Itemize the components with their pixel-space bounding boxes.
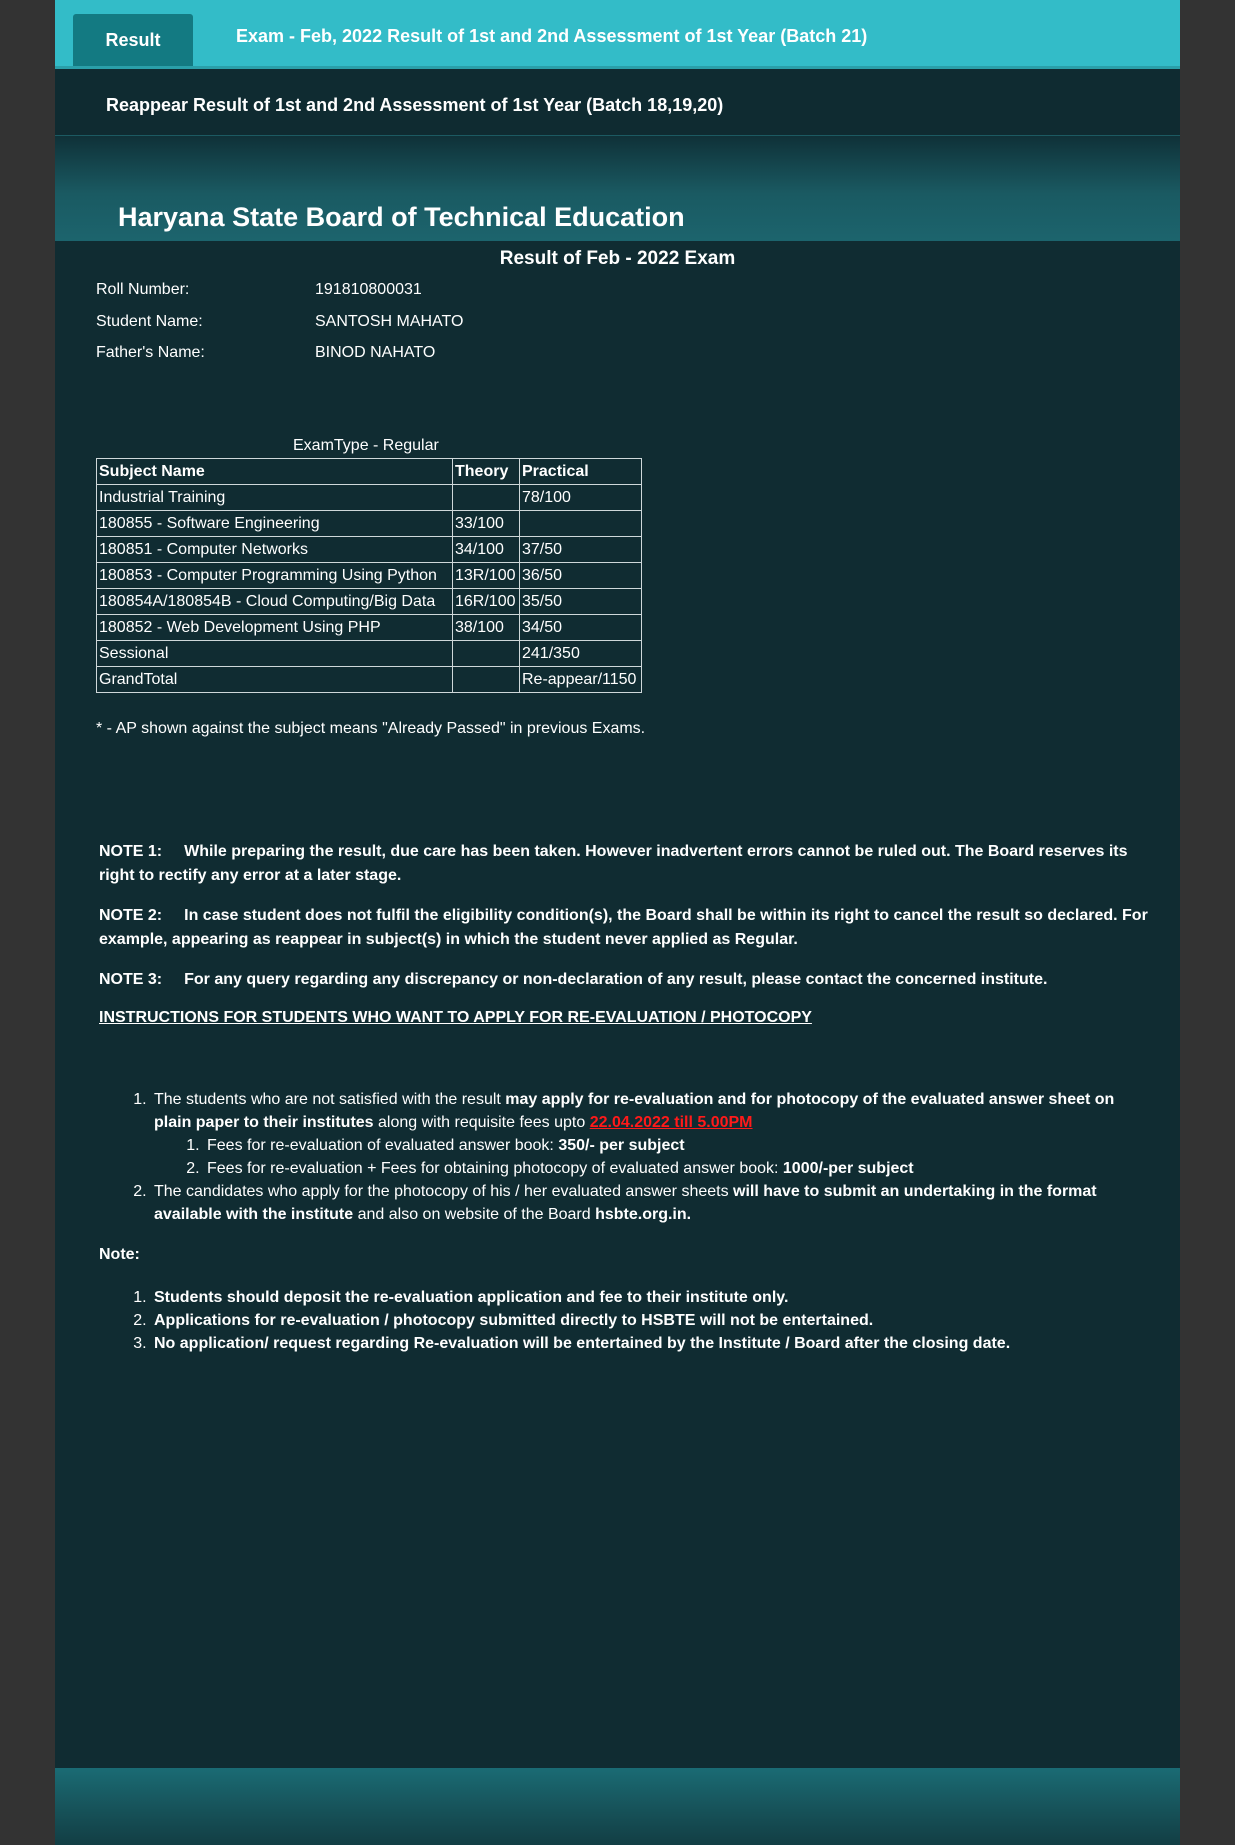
note-3: NOTE 3: For any query regarding any discr… <box>99 968 1164 992</box>
cell-practical: 34/50 <box>519 614 642 641</box>
final-note-item: Students should deposit the re-evaluatio… <box>154 1289 789 1306</box>
cell-subject: 180853 - Computer Programming Using Pyth… <box>96 562 453 589</box>
cell-subject: Sessional <box>96 640 453 667</box>
note-2: NOTE 2: In case student does not fulfil t… <box>99 904 1164 952</box>
student-name-value: SANTOSH MAHATO <box>315 313 464 330</box>
cell-theory: 33/100 <box>452 510 520 537</box>
exam-type: ExamType - Regular <box>293 437 439 454</box>
table-row: GrandTotal Re-appear/1150 <box>96 666 642 693</box>
reappear-result-link[interactable]: Reappear Result of 1st and 2nd Assessmen… <box>106 95 723 116</box>
roll-number-label: Roll Number: <box>96 281 190 298</box>
tab-result[interactable]: Result <box>73 14 193 66</box>
fee-1-text: Fees for re-evaluation of evaluated answ… <box>207 1137 559 1154</box>
cell-theory <box>452 484 520 511</box>
cell-theory: 16R/100 <box>452 588 520 615</box>
cell-theory: 34/100 <box>452 536 520 563</box>
note-2-text: In case student does not fulfil the elig… <box>99 907 1148 948</box>
cell-practical: 36/50 <box>519 562 642 589</box>
instr-2-text-c: and also on website of the Board <box>353 1206 596 1223</box>
list-item: The students who are not satisfied with … <box>151 1088 1139 1180</box>
cell-practical: Re-appear/1150 <box>519 666 642 693</box>
list-item: No application/ request regarding Re-eva… <box>151 1332 1139 1355</box>
cell-subject: Industrial Training <box>96 484 453 511</box>
cell-subject: 180851 - Computer Networks <box>96 536 453 563</box>
header-theory: Theory <box>452 458 520 485</box>
tab-bar: Result Exam - Feb, 2022 Result of 1st an… <box>55 0 1180 69</box>
table-row: 180852 - Web Development Using PHP 38/10… <box>96 614 642 641</box>
cell-practical: 37/50 <box>519 536 642 563</box>
note-2-label: NOTE 2: <box>99 907 163 924</box>
table-row: Industrial Training 78/100 <box>96 484 642 511</box>
father-name-label: Father's Name: <box>96 344 205 361</box>
marks-table: Subject Name Theory Practical Industrial… <box>96 458 642 693</box>
tab-exam-feb-2022[interactable]: Exam - Feb, 2022 Result of 1st and 2nd A… <box>236 26 867 47</box>
cell-subject: 180854A/180854B - Cloud Computing/Big Da… <box>96 588 453 615</box>
header-subject: Subject Name <box>96 458 453 485</box>
note-3-label: NOTE 3: <box>99 971 163 988</box>
fee-2-amount: 1000/-per subject <box>782 1160 914 1177</box>
cell-theory <box>452 666 520 693</box>
instr-2-website: hsbte.org.in. <box>595 1206 692 1223</box>
cell-practical: 78/100 <box>519 484 642 511</box>
cell-theory <box>452 640 520 667</box>
cell-practical <box>519 510 642 537</box>
table-row: 180855 - Software Engineering 33/100 <box>96 510 642 537</box>
footer-bar <box>55 1768 1180 1845</box>
page: Result Exam - Feb, 2022 Result of 1st an… <box>55 0 1180 1845</box>
final-note-list: Students should deposit the re-evaluatio… <box>99 1286 1139 1355</box>
list-item: Applications for re-evaluation / photoco… <box>151 1309 1139 1332</box>
student-name-label: Student Name: <box>96 313 203 330</box>
cell-subject: 180855 - Software Engineering <box>96 510 453 537</box>
board-title: Haryana State Board of Technical Educati… <box>118 202 685 232</box>
final-note-item: Applications for re-evaluation / photoco… <box>154 1312 874 1329</box>
note-1-label: NOTE 1: <box>99 843 163 860</box>
cell-theory: 38/100 <box>452 614 520 641</box>
table-row: 180854A/180854B - Cloud Computing/Big Da… <box>96 588 642 615</box>
sub-nav: Reappear Result of 1st and 2nd Assessmen… <box>55 69 1180 136</box>
instructions-list: The students who are not satisfied with … <box>99 1088 1139 1226</box>
note-3-text: For any query regarding any discrepancy … <box>184 971 1048 988</box>
list-item: Students should deposit the re-evaluatio… <box>151 1286 1139 1309</box>
table-header-row: Subject Name Theory Practical <box>96 458 642 485</box>
fee-1-amount: 350/- per subject <box>558 1137 685 1154</box>
table-row: 180853 - Computer Programming Using Pyth… <box>96 562 642 589</box>
table-row: Sessional 241/350 <box>96 640 642 667</box>
cell-practical: 35/50 <box>519 588 642 615</box>
list-item: The candidates who apply for the photoco… <box>151 1180 1139 1226</box>
list-item: Fees for re-evaluation + Fees for obtain… <box>204 1157 1139 1180</box>
instructions-title: INSTRUCTIONS FOR STUDENTS WHO WANT TO AP… <box>99 1009 812 1026</box>
deadline-date-link[interactable]: 22.04.2022 till 5.00PM <box>590 1114 753 1131</box>
header-practical: Practical <box>519 458 642 485</box>
list-item: Fees for re-evaluation of evaluated answ… <box>204 1134 1139 1157</box>
banner: Haryana State Board of Technical Educati… <box>55 136 1180 241</box>
roll-number-value: 191810800031 <box>315 281 422 298</box>
table-row: 180851 - Computer Networks 34/100 37/50 <box>96 536 642 563</box>
cell-practical: 241/350 <box>519 640 642 667</box>
cell-theory: 13R/100 <box>452 562 520 589</box>
cell-subject: 180852 - Web Development Using PHP <box>96 614 453 641</box>
instr-1-text-a: The students who are not satisfied with … <box>154 1091 506 1108</box>
note-1-text: While preparing the result, due care has… <box>99 843 1128 884</box>
final-note-label: Note: <box>99 1246 140 1263</box>
instr-2-text-a: The candidates who apply for the photoco… <box>154 1183 734 1200</box>
note-1: NOTE 1: While preparing the result, due c… <box>99 840 1164 888</box>
final-note-item: No application/ request regarding Re-eva… <box>154 1335 1011 1352</box>
already-passed-note: * - AP shown against the subject means "… <box>96 720 646 737</box>
cell-subject: GrandTotal <box>96 666 453 693</box>
result-heading: Result of Feb - 2022 Exam <box>499 248 736 269</box>
father-name-value: BINOD NAHATO <box>315 344 436 361</box>
fee-2-text: Fees for re-evaluation + Fees for obtain… <box>207 1160 783 1177</box>
instr-1-text-c: along with requisite fees upto <box>373 1114 590 1131</box>
